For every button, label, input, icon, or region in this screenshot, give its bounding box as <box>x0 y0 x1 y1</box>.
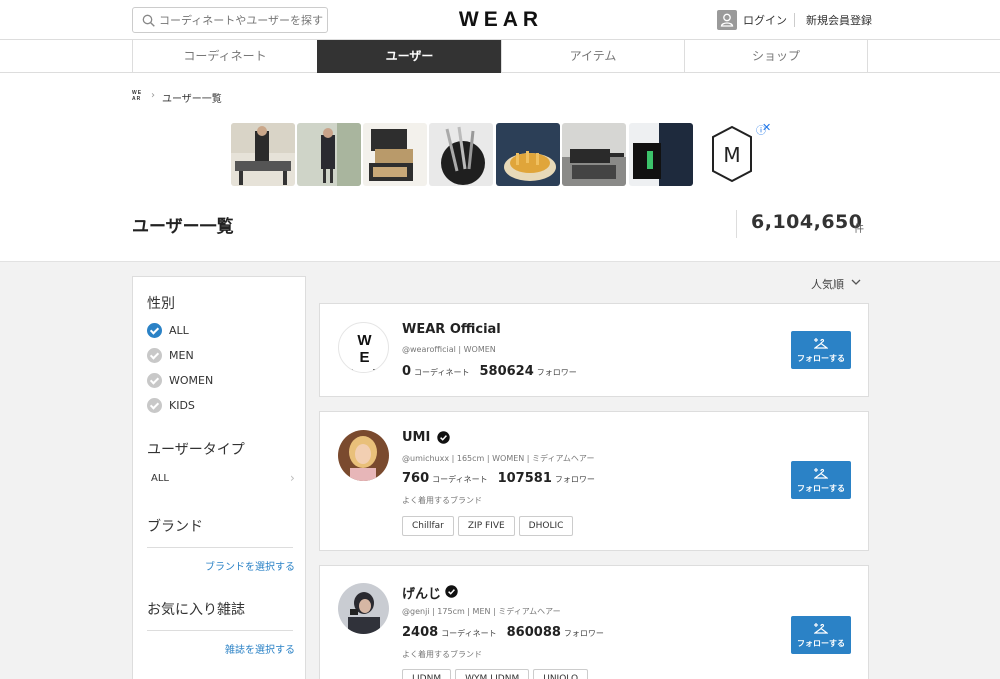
user-icon[interactable] <box>717 10 737 30</box>
coordinate-unit: コーディネート <box>441 629 497 638</box>
follower-count: 860088 <box>506 625 561 640</box>
verified-badge-icon <box>437 431 450 444</box>
user-meta: @genji | 175cm | MEN | ミディアムヘアー <box>402 607 561 616</box>
follow-hanger-icon <box>814 338 828 349</box>
avatar[interactable]: W EA R <box>338 322 389 373</box>
user-stats: 0 コーディネート 580624 フォロワー <box>402 360 587 379</box>
tab-shops[interactable]: ショップ <box>684 40 868 73</box>
ad-image-fries[interactable] <box>496 123 560 186</box>
login-link[interactable]: ログイン <box>743 12 787 28</box>
ad-image-kitchen[interactable] <box>231 123 295 186</box>
user-name[interactable]: げんじ <box>402 583 441 602</box>
divider <box>147 547 293 548</box>
user-meta: @wearofficial | WOMEN <box>402 345 496 354</box>
follower-count: 107581 <box>497 471 552 486</box>
chevron-down-icon[interactable] <box>850 276 862 288</box>
register-link[interactable]: 新規会員登録 <box>806 12 872 28</box>
chevron-right-icon: › <box>151 90 155 101</box>
brand-tags: LIDNM WYM LIDNM UNIQLO <box>402 666 592 679</box>
brand-label: よく着用するブランド <box>402 496 482 505</box>
brand-tag[interactable]: DHOLIC <box>518 516 574 536</box>
follower-unit: フォロワー <box>554 475 595 484</box>
gender-heading: 性別 <box>147 296 175 312</box>
chevron-right-icon[interactable]: › <box>290 471 295 485</box>
ad-image-fashion[interactable] <box>297 123 361 186</box>
user-meta: @umichuxx | 165cm | WOMEN | ミディアムヘアー <box>402 454 595 463</box>
ad-brand-logo[interactable]: M <box>709 125 755 183</box>
avatar[interactable] <box>338 583 389 634</box>
main-nav-tabs: コーディネート ユーザー アイテム ショップ <box>0 40 1000 73</box>
count-divider <box>736 210 737 238</box>
follower-count: 580624 <box>479 364 534 379</box>
search-icon <box>142 14 155 27</box>
user-count: 6,104,650 <box>751 211 863 233</box>
coordinate-count: 0 <box>402 364 412 379</box>
search-input[interactable] <box>159 12 324 29</box>
follow-button[interactable]: フォローする <box>791 461 851 499</box>
check-circle-icon <box>147 398 162 413</box>
verified-badge-icon <box>445 585 458 598</box>
follower-unit: フォロワー <box>563 629 604 638</box>
wear-logo[interactable]: WEAR <box>441 8 561 34</box>
avatar[interactable] <box>338 430 389 481</box>
brand-heading: ブランド <box>147 519 203 535</box>
user-card[interactable]: W EA R WEAR Official @wearofficial | WOM… <box>319 303 869 397</box>
follow-hanger-icon <box>814 623 828 634</box>
wear-official-logo: W EA R <box>346 332 383 372</box>
coordinate-count: 2408 <box>402 625 439 640</box>
coordinate-unit: コーディネート <box>432 475 488 484</box>
breadcrumb-home-logo[interactable]: WE AR <box>132 90 145 102</box>
filter-sidebar: 性別 ALL MEN WOMEN KIDS ユーザータイプ ALL › ブランド… <box>132 276 306 679</box>
user-card[interactable]: げんじ @genji | 175cm | MEN | ミディアムヘアー 2408… <box>319 565 869 679</box>
tab-users[interactable]: ユーザー <box>317 40 501 73</box>
brand-label: よく着用するブランド <box>402 650 482 659</box>
coordinate-count: 760 <box>402 471 430 486</box>
ad-brand-letter: M <box>723 143 740 167</box>
brand-tag[interactable]: ZIP FIVE <box>457 516 515 536</box>
magazine-heading: お気に入り雑誌 <box>147 602 245 618</box>
search-box[interactable] <box>132 7 328 33</box>
breadcrumb-current: ユーザー一覧 <box>162 94 222 105</box>
select-brand-link[interactable]: ブランドを選択する <box>205 558 295 573</box>
ad-image-basket[interactable] <box>363 123 427 186</box>
brand-tag[interactable]: Chillfar <box>402 516 454 536</box>
ad-image-jacket[interactable] <box>629 123 693 186</box>
check-circle-icon <box>147 323 162 338</box>
check-circle-icon <box>147 373 162 388</box>
brand-tags: Chillfar ZIP FIVE DHOLIC <box>402 513 577 536</box>
brand-tag[interactable]: WYM LIDNM <box>455 669 530 679</box>
follow-hanger-icon <box>814 468 828 479</box>
ad-image-cutlery[interactable] <box>429 123 493 186</box>
coordinate-unit: コーディネート <box>414 368 470 377</box>
follow-button[interactable]: フォローする <box>791 331 851 369</box>
sort-dropdown[interactable]: 人気順 <box>811 276 844 292</box>
user-name[interactable]: WEAR Official <box>402 322 501 337</box>
page-title: ユーザー一覧 <box>132 217 234 237</box>
user-stats: 2408 コーディネート 860088 フォロワー <box>402 621 614 640</box>
usertype-heading: ユーザータイプ <box>147 442 245 458</box>
usertype-select[interactable]: ALL <box>151 473 169 484</box>
tab-items[interactable]: アイテム <box>501 40 684 73</box>
user-name[interactable]: UMI <box>402 430 430 445</box>
follow-button[interactable]: フォローする <box>791 616 851 654</box>
user-count-unit: 件 <box>854 224 864 235</box>
tab-coordinate[interactable]: コーディネート <box>132 40 317 73</box>
brand-tag[interactable]: LIDNM <box>402 669 452 679</box>
user-card[interactable]: UMI @umichuxx | 165cm | WOMEN | ミディアムヘアー… <box>319 411 869 551</box>
check-circle-icon <box>147 348 162 363</box>
header-divider <box>794 13 795 27</box>
user-stats: 760 コーディネート 107581 フォロワー <box>402 467 605 486</box>
brand-tag[interactable]: UNIQLO <box>533 669 589 679</box>
divider <box>147 630 293 631</box>
select-magazine-link[interactable]: 雑誌を選択する <box>225 641 295 656</box>
ad-close-icon[interactable]: ✕ <box>762 121 771 134</box>
site-header: WEAR ログイン 新規会員登録 <box>0 0 1000 40</box>
ad-image-stove[interactable] <box>562 123 626 186</box>
follower-unit: フォロワー <box>536 368 577 377</box>
